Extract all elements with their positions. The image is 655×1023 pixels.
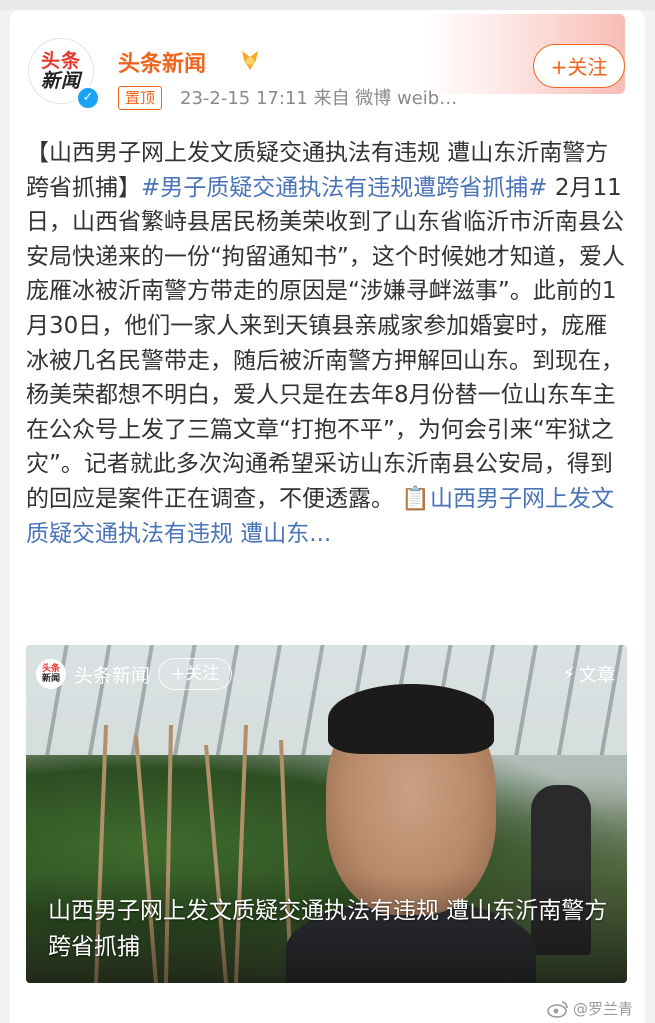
pinned-badge: 置顶 <box>118 86 163 110</box>
avatar-text-line1: 头条 <box>40 50 81 72</box>
follow-button[interactable]: +关注 <box>533 44 625 88</box>
media-type: ⚡ 文章 <box>562 661 615 687</box>
avatar-text-line2: 新闻 <box>40 70 81 92</box>
post-time-source: 23-2-15 17:11 来自 微博 weib… <box>180 88 458 109</box>
photo-man-hair <box>328 684 494 754</box>
media-source-logo: 头条 新闻 <box>36 659 66 689</box>
watermark: @罗兰青 <box>547 998 633 1019</box>
post-text: 【山西男子网上发文质疑交通执法有违规 遭山东沂南警方跨省抓捕】#男子质疑交通执法… <box>26 136 630 551</box>
article-media-card[interactable]: 头条 新闻 头条新闻 +关注 ⚡ 文章 山西男子网上发文质疑交通执法有违规 遭山… <box>26 645 627 983</box>
media-source: 头条 新闻 头条新闻 +关注 <box>36 657 233 691</box>
media-caption: 山西男子网上发文质疑交通执法有违规 遭山东沂南警方跨省抓捕 <box>48 898 608 960</box>
media-logo-line1: 头条 <box>41 664 60 674</box>
article-link-icon: 📋 <box>401 485 430 512</box>
weibo-logo-icon <box>547 1000 568 1018</box>
hashtag-link[interactable]: #男子质疑交通执法有违规遭跨省抓捕# <box>141 175 548 201</box>
author-name[interactable]: 头条新闻 <box>118 46 206 78</box>
lightning-icon: ⚡ <box>562 663 575 685</box>
top-strip <box>0 0 655 10</box>
media-type-label: 文章 <box>579 665 615 686</box>
post-body: 2月11日，山西省繁峙县居民杨美荣收到了山东省临沂市沂南县公安局快递来的一份“拘… <box>26 174 625 512</box>
medal-icon <box>242 51 258 70</box>
post-header: 头条 新闻 ✓ 头条新闻 +关注 置顶 23-2-15 17:11 来自 微博 … <box>10 10 645 120</box>
media-follow-button[interactable]: +关注 <box>158 658 233 690</box>
watermark-text: @罗兰青 <box>572 1000 633 1018</box>
weibo-post-card: 头条 新闻 ✓ 头条新闻 +关注 置顶 23-2-15 17:11 来自 微博 … <box>10 10 645 1023</box>
media-source-name: 头条新闻 <box>74 664 151 687</box>
media-logo-line2: 新闻 <box>41 674 60 684</box>
verified-icon: ✓ <box>76 86 100 110</box>
